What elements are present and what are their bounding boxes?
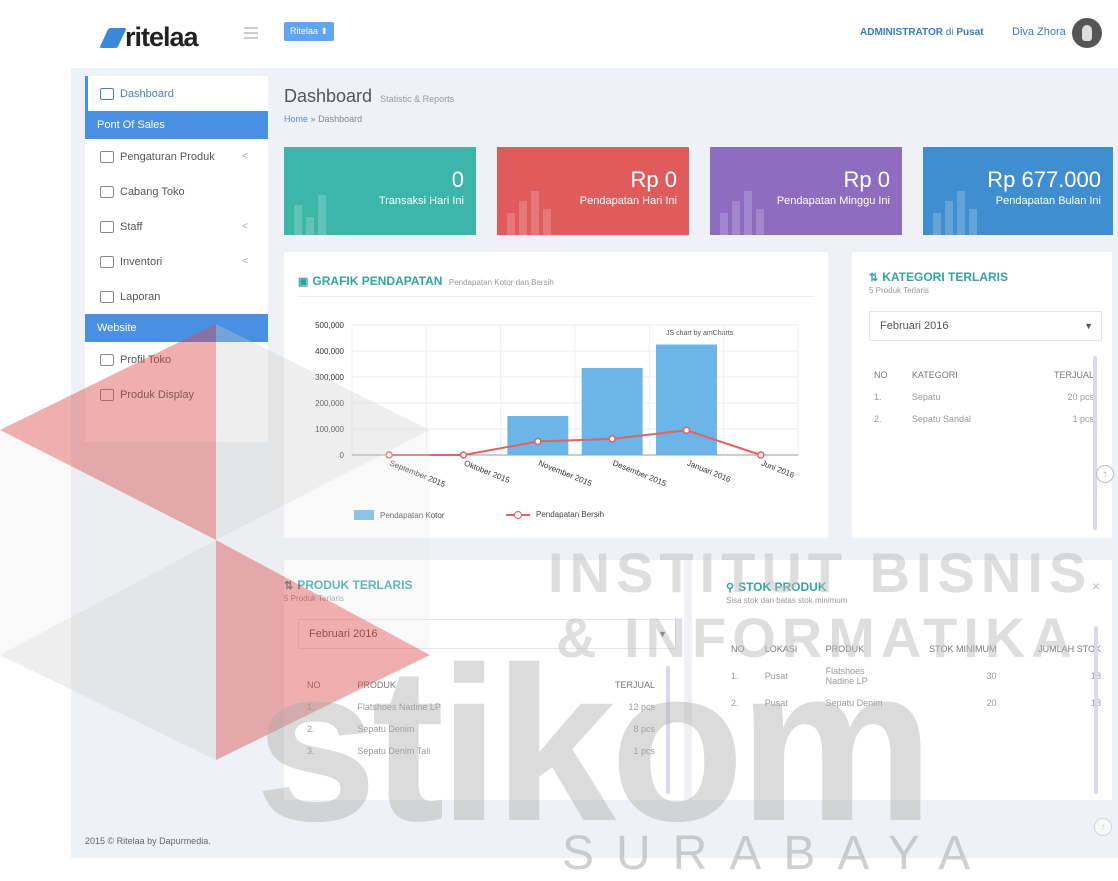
watermark-city: SURABAYA — [562, 827, 993, 880]
watermark-line1: INSTITUT BISNIS — [548, 541, 1093, 604]
